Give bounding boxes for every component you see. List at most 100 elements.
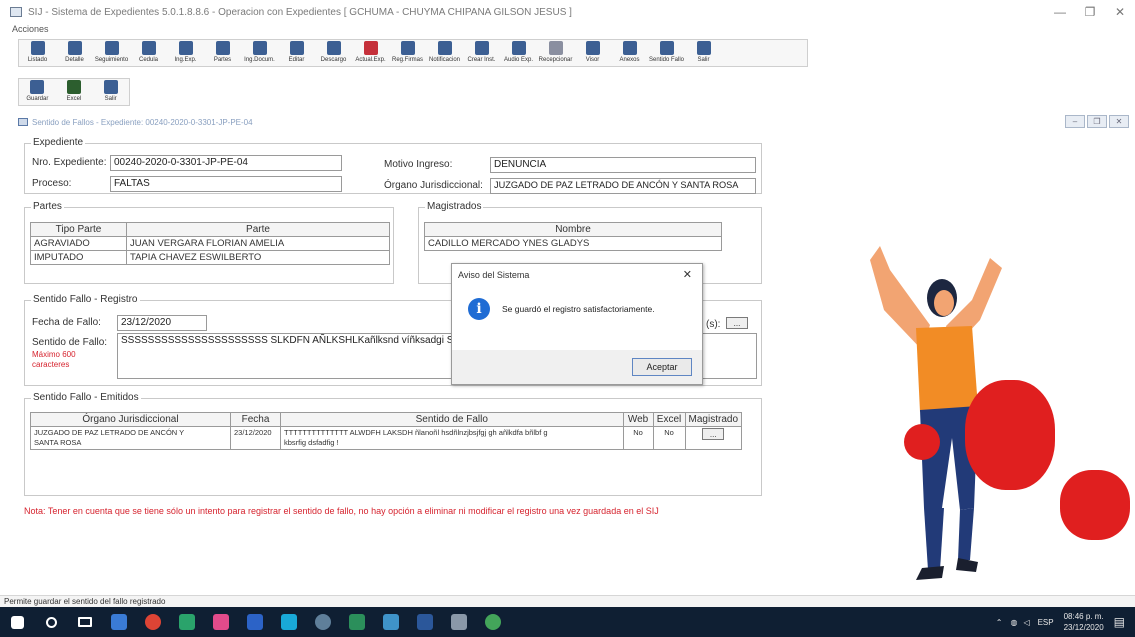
tracking-icon: [104, 41, 119, 55]
close-icon[interactable]: ✕: [1105, 0, 1135, 24]
dialog-footer: Aceptar: [452, 350, 702, 384]
clock-time: 08:46 p. m.: [1063, 612, 1104, 621]
motivo-ingreso-field[interactable]: DENUNCIA: [490, 157, 756, 173]
toolbar-button-label: Recepcionar: [538, 57, 573, 63]
app-icon-image[interactable]: [374, 607, 408, 637]
watermark-dot: [904, 424, 940, 460]
toolbar-signatures-button[interactable]: Reg.Firmas: [389, 40, 426, 66]
form-toolbar-save-button[interactable]: Guardar: [19, 79, 56, 105]
toolbar-create-button[interactable]: Crear Inst.: [463, 40, 500, 66]
verdict-icon: [659, 41, 674, 55]
window-title: SIJ - Sistema de Expedientes 5.0.1.8.8.6…: [28, 6, 572, 18]
windows-start-icon[interactable]: [0, 607, 34, 637]
toolbar-entry-button[interactable]: Ing.Exp.: [167, 40, 204, 66]
table-row[interactable]: IMPUTADO TAPIA CHAVEZ ESWILBERTO: [30, 250, 390, 265]
network-icon[interactable]: ◍: [1010, 618, 1017, 627]
toolbar-button-label: Descargo: [320, 57, 347, 63]
toolbar-button-label: Actual.Exp.: [355, 57, 386, 63]
tray-chevron-icon[interactable]: ⌃: [996, 618, 1003, 627]
toolbar-parties-button[interactable]: Partes: [204, 40, 241, 66]
toolbar-doc-entry-button[interactable]: Ing.Docum.: [241, 40, 278, 66]
sentido-fallo-label: Sentido de Fallo:: [32, 337, 108, 348]
emitido-organo-cell: JUZGADO DE PAZ LETRADO DE ANCÓN Y SANTA …: [30, 426, 231, 450]
face: [934, 290, 954, 316]
toolbar-update-button[interactable]: Actual.Exp.: [352, 40, 389, 66]
toolbar-detail-button[interactable]: Detalle: [56, 40, 93, 66]
right-shoe: [956, 558, 978, 572]
emitido-sentido-line1: TTTTTTTTTTTTTT ALWDFH LAKSDH ñlanoñl hsd…: [284, 428, 548, 437]
dialog-close-icon[interactable]: ✕: [683, 268, 692, 281]
receive-icon: [548, 41, 563, 55]
organo-field[interactable]: JUZGADO DE PAZ LETRADO DE ANCÓN Y SANTA …: [490, 178, 756, 194]
aceptar-button[interactable]: Aceptar: [632, 358, 692, 376]
volume-icon[interactable]: ◁: [1023, 618, 1029, 627]
toolbar-button-label: Cedula: [138, 57, 158, 63]
chrome-icon[interactable]: [136, 607, 170, 637]
child-restore-icon[interactable]: ❐: [1087, 115, 1107, 128]
table-row[interactable]: JUZGADO DE PAZ LETRADO DE ANCÓN Y SANTA …: [30, 426, 743, 450]
doc-entry-icon: [252, 41, 267, 55]
toolbar-attachments-button[interactable]: Anexos: [611, 40, 648, 66]
info-icon: i: [468, 298, 490, 320]
magistrado-button[interactable]: ...: [702, 428, 725, 440]
toolbar-tracking-button[interactable]: Seguimiento: [93, 40, 130, 66]
fecha-fallo-field[interactable]: 23/12/2020: [117, 315, 207, 331]
parties-icon: [215, 41, 230, 55]
app-icon-dollar[interactable]: [476, 607, 510, 637]
toolbar-edit-button[interactable]: Editar: [278, 40, 315, 66]
task-view-icon[interactable]: [68, 607, 102, 637]
child-close-icon[interactable]: ✕: [1109, 115, 1129, 128]
emitido-excel-cell: No: [652, 426, 686, 450]
emitidos-table: Órgano Jurisdiccional Fecha Sentido de F…: [30, 412, 743, 450]
excel-icon: [67, 80, 81, 94]
toolbar-button-label: Notificacion: [428, 57, 460, 63]
child-minimize-icon[interactable]: –: [1065, 115, 1085, 128]
search-icon[interactable]: [34, 607, 68, 637]
app-icon-blue[interactable]: [238, 607, 272, 637]
toolbar-cedula-button[interactable]: Cedula: [130, 40, 167, 66]
nro-expediente-label: Nro. Expediente:: [32, 157, 107, 168]
app-icon-cyan[interactable]: [272, 607, 306, 637]
right-lower-leg: [958, 508, 974, 560]
word-icon[interactable]: [408, 607, 442, 637]
toolbar-button-label: Detalle: [65, 57, 84, 63]
left-shoe: [916, 566, 944, 580]
toolbar-button-label: Sentido Fallo: [648, 57, 685, 63]
dialog-title: Aviso del Sistema: [458, 270, 530, 280]
form-toolbar: Guardar Excel Salir: [18, 78, 130, 106]
minimize-icon[interactable]: —: [1045, 0, 1075, 24]
app-icon-green[interactable]: [340, 607, 374, 637]
nro-expediente-field[interactable]: 00240-2020-0-3301-JP-PE-04: [110, 155, 342, 171]
toolbar-notification-button[interactable]: Notificacion: [426, 40, 463, 66]
toolbar-viewer-button[interactable]: Visor: [574, 40, 611, 66]
dialog-body: i Se guardó el registro satisfactoriamen…: [452, 298, 702, 320]
toolbar-list-button[interactable]: Listado: [19, 40, 56, 66]
lookup-button[interactable]: ...: [726, 317, 748, 329]
toolbar-verdict-button[interactable]: Sentido Fallo: [648, 40, 685, 66]
notification-center-icon[interactable]: ▤: [1114, 615, 1125, 629]
table-row[interactable]: AGRAVIADO JUAN VERGARA FLORIAN AMELIA: [30, 236, 390, 251]
app-icon-tool[interactable]: [442, 607, 476, 637]
toolbar-exit-button[interactable]: Salir: [685, 40, 722, 66]
viewer-icon: [585, 41, 600, 55]
emitidos-header-sentido: Sentido de Fallo: [280, 412, 624, 427]
toolbar-discharge-button[interactable]: Descargo: [315, 40, 352, 66]
form-toolbar-excel-button[interactable]: Excel: [56, 79, 93, 105]
taskbar-app-desktop-icon[interactable]: [102, 607, 136, 637]
app-icon-globe[interactable]: [306, 607, 340, 637]
language-indicator[interactable]: ESP: [1038, 618, 1054, 627]
paint-icon[interactable]: [204, 607, 238, 637]
proceso-field[interactable]: FALTAS: [110, 176, 342, 192]
form-toolbar-exit-button[interactable]: Salir: [92, 79, 129, 105]
clock[interactable]: 08:46 p. m. 23/12/2020: [1064, 611, 1104, 633]
table-row[interactable]: CADILLO MERCADO YNES GLADYS: [424, 236, 722, 251]
form-toolbar-button-label: Salir: [104, 96, 117, 102]
partes-header-parte: Parte: [126, 222, 390, 237]
sij-app-icon[interactable]: [170, 607, 204, 637]
partes-legend: Partes: [31, 201, 64, 212]
menu-acciones[interactable]: Acciones: [12, 24, 49, 34]
toolbar-receive-button[interactable]: Recepcionar: [537, 40, 574, 66]
emitidos-header-excel: Excel: [652, 412, 686, 427]
maximize-icon[interactable]: ❐: [1075, 0, 1105, 24]
toolbar-audio-button[interactable]: Audio Exp.: [500, 40, 537, 66]
